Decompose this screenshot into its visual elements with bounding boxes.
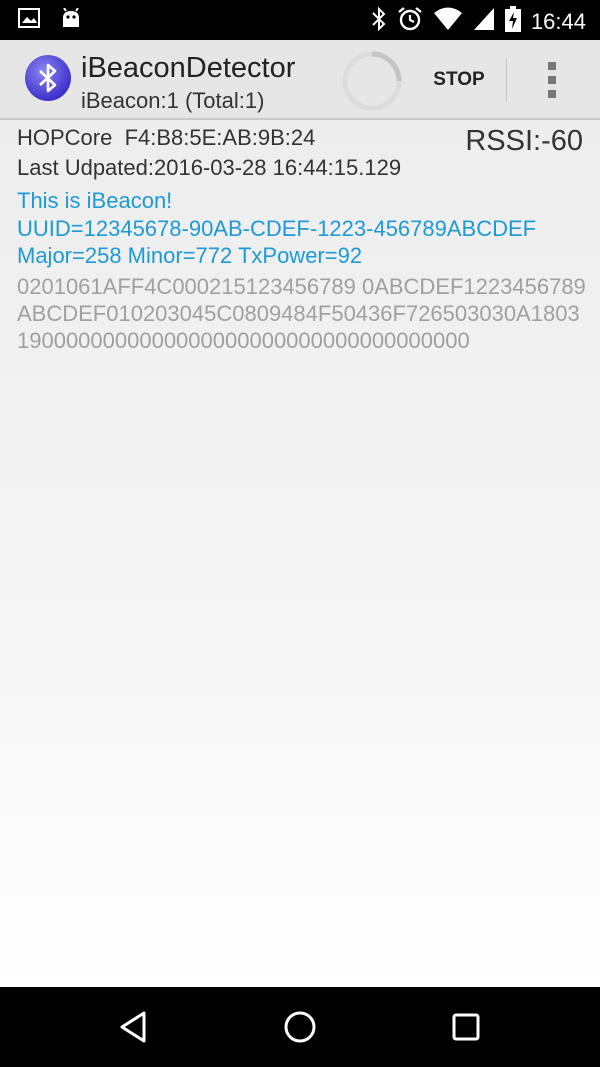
image-icon: [18, 8, 40, 35]
bluetooth-app-icon: [24, 54, 72, 102]
beacon-major-minor-txpower: Major=258 Minor=772 TxPower=92: [17, 243, 363, 268]
status-bar: 16:44: [0, 0, 600, 40]
stop-button[interactable]: STOP: [420, 62, 498, 98]
overflow-menu-icon[interactable]: [528, 52, 576, 108]
status-time: 16:44: [530, 8, 586, 34]
wifi-icon: [433, 7, 463, 36]
app-title: iBeaconDetector: [81, 52, 296, 84]
navigation-bar: [0, 987, 600, 1067]
home-icon[interactable]: [278, 1005, 322, 1049]
back-icon[interactable]: [112, 1005, 156, 1049]
raw-advertising-data: 0201061AFF4C000215123456789 0ABCDEF12234…: [17, 274, 586, 353]
beacon-type: This is iBeacon!: [17, 188, 173, 213]
device-name-address: HOPCore F4:B8:5E:AB:9B:24: [17, 125, 316, 150]
last-updated: Last Udpated:2016-03-28 16:44:15.129: [17, 155, 402, 180]
action-bar-divider: [506, 58, 507, 102]
bluetooth-icon: [371, 6, 387, 37]
beacon-uuid: UUID=12345678-90AB-CDEF-1223-456789ABCDE…: [17, 216, 537, 241]
action-bar: iBeaconDetector iBeacon:1 (Total:1) STOP: [0, 40, 600, 120]
android-icon: [60, 7, 82, 35]
loading-spinner-icon: [340, 49, 404, 113]
app-subtitle: iBeacon:1 (Total:1): [81, 88, 265, 113]
rssi-value: RSSI:-60: [465, 125, 583, 157]
signal-icon: [473, 7, 495, 36]
alarm-icon: [397, 6, 423, 37]
battery-charging-icon: [504, 6, 521, 37]
recents-icon[interactable]: [444, 1005, 488, 1049]
beacon-list: HOPCore F4:B8:5E:AB:9B:24 RSSI:-60 Last …: [0, 120, 600, 987]
